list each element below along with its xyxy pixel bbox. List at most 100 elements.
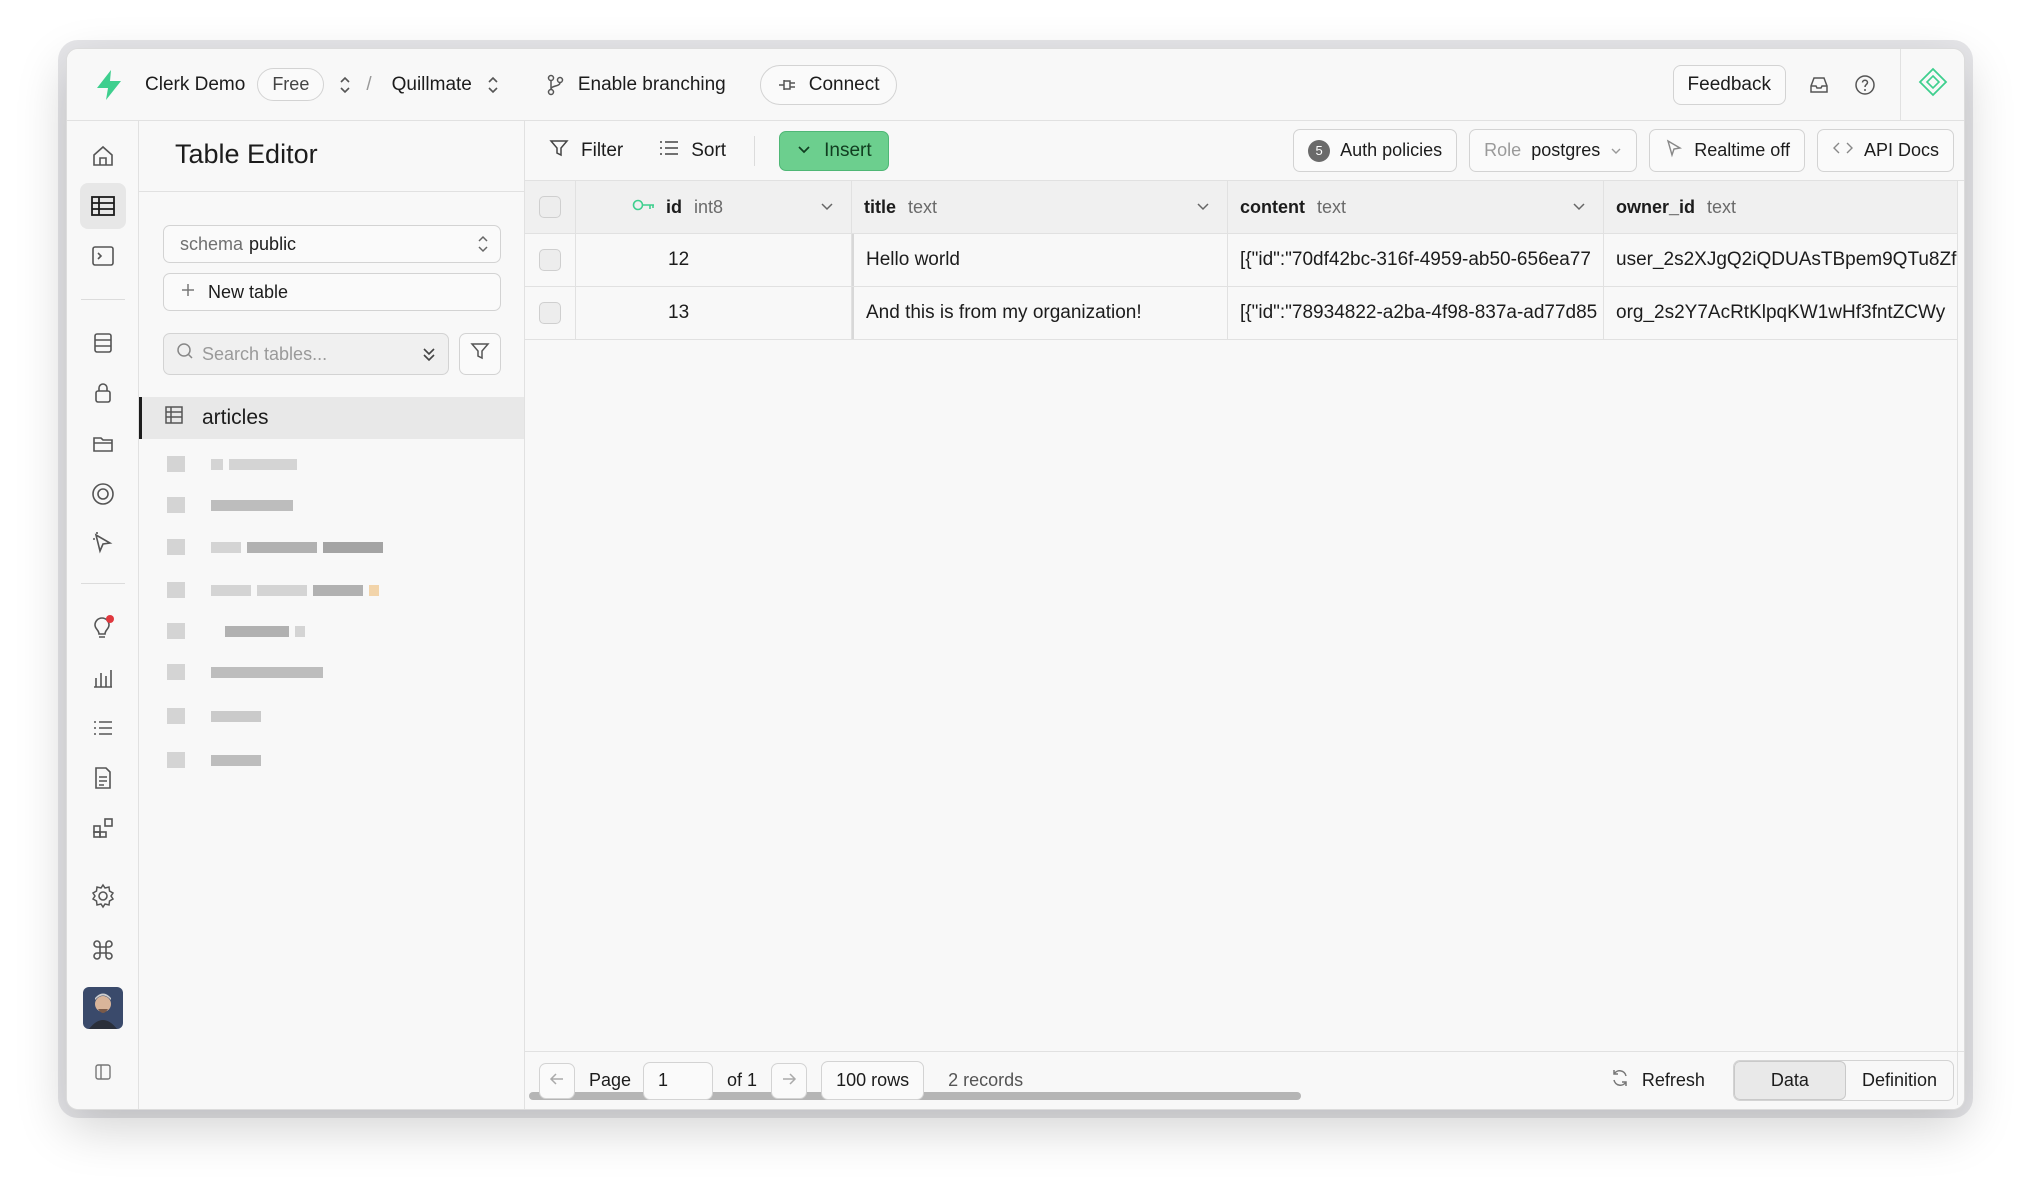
table-view: Filter Sort Insert 5 Auth policies Role …: [525, 121, 1964, 1109]
cell-title[interactable]: Hello world: [852, 234, 1228, 286]
column-name: owner_id: [1616, 196, 1696, 217]
database-icon[interactable]: [80, 320, 126, 366]
sort-button[interactable]: Sort: [659, 139, 726, 163]
plan-badge: Free: [257, 68, 325, 101]
cursor-icon: [1664, 138, 1684, 163]
table-icon: [164, 405, 184, 431]
cell-content[interactable]: [{"id":"78934822-a2ba-4f98-837a-ad77d85: [1228, 287, 1604, 339]
realtime-icon[interactable]: [80, 471, 126, 517]
connect-label: Connect: [808, 73, 880, 95]
new-table-button[interactable]: New table: [163, 273, 501, 311]
row-select-cell: [525, 234, 576, 286]
row-checkbox[interactable]: [539, 249, 561, 271]
sort-label: Sort: [691, 139, 727, 161]
redacted-table-item: [167, 494, 293, 516]
chevron-down-icon[interactable]: [819, 197, 835, 219]
api-docs-button[interactable]: API Docs: [1816, 129, 1954, 172]
org-switcher-icon[interactable]: [338, 74, 352, 96]
page-number-input[interactable]: [643, 1061, 714, 1100]
edge-functions-icon[interactable]: [80, 521, 126, 567]
org-name[interactable]: Clerk Demo: [145, 74, 245, 96]
feedback-button[interactable]: Feedback: [1672, 64, 1786, 105]
project-name[interactable]: Quillmate: [392, 74, 472, 96]
inbox-icon[interactable]: [1808, 74, 1830, 96]
tab-definition[interactable]: Definition: [1846, 1061, 1953, 1100]
chevron-down-icon[interactable]: [1195, 197, 1211, 219]
prev-page-button[interactable]: [539, 1062, 575, 1099]
chevrons-down-icon[interactable]: [420, 344, 438, 370]
cell-content[interactable]: [{"id":"70df42bc-316f-4959-ab50-656ea77: [1228, 234, 1604, 286]
search-input[interactable]: [202, 343, 402, 365]
column-header-owner-id[interactable]: owner_id text: [1604, 181, 1957, 233]
role-value: postgres: [1531, 140, 1601, 160]
column-name: content: [1240, 196, 1305, 217]
help-icon[interactable]: [1854, 74, 1876, 96]
sql-editor-icon[interactable]: [80, 233, 126, 279]
filter-icon: [470, 341, 490, 367]
breadcrumb-separator: /: [366, 73, 372, 95]
assistant-toggle[interactable]: [1900, 49, 1964, 120]
redacted-table-item: [167, 453, 297, 475]
table-row: 12 Hello world [{"id":"70df42bc-316f-495…: [525, 234, 1957, 287]
reports-icon[interactable]: [80, 655, 126, 701]
table-item-label: articles: [202, 406, 269, 429]
redacted-table-item: [167, 536, 383, 558]
realtime-label: Realtime off: [1694, 140, 1790, 160]
lock-icon[interactable]: [80, 370, 126, 416]
cell-id[interactable]: 12: [576, 234, 852, 286]
user-avatar[interactable]: [80, 985, 126, 1031]
cell-id[interactable]: 13: [576, 287, 852, 339]
realtime-toggle[interactable]: Realtime off: [1649, 129, 1805, 172]
cell-owner-id[interactable]: user_2s2XJgQ2iQDUAsTBpem9QTu8Zf7: [1604, 234, 1957, 286]
home-icon[interactable]: [80, 133, 126, 179]
filter-button[interactable]: Filter: [549, 138, 623, 164]
auth-policies-button[interactable]: 5 Auth policies: [1293, 129, 1458, 172]
redacted-table-item: [167, 749, 261, 771]
tab-data[interactable]: Data: [1733, 1061, 1846, 1100]
logs-icon[interactable]: [80, 705, 126, 751]
cell-title[interactable]: And this is from my organization!: [852, 287, 1228, 339]
storage-icon[interactable]: [80, 420, 126, 466]
view-tabs: Data Definition: [1732, 1060, 1954, 1101]
api-docs-icon[interactable]: [80, 755, 126, 801]
chevron-updown-icon: [476, 234, 490, 259]
search-icon: [176, 342, 194, 366]
project-switcher-icon[interactable]: [486, 74, 500, 96]
connect-button[interactable]: Connect: [759, 64, 897, 105]
advisors-icon[interactable]: [80, 605, 126, 651]
row-checkbox[interactable]: [539, 302, 561, 324]
select-all-checkbox[interactable]: [539, 196, 561, 218]
top-bar: Clerk Demo Free / Quillmate Enable branc…: [67, 49, 1964, 121]
next-page-button[interactable]: [771, 1062, 808, 1099]
column-header-content[interactable]: content text: [1228, 181, 1604, 233]
chevron-down-icon[interactable]: [1571, 197, 1587, 219]
enable-branching-button[interactable]: Enable branching: [544, 74, 726, 96]
table-editor-icon[interactable]: [80, 183, 126, 229]
refresh-button[interactable]: Refresh: [1610, 1068, 1705, 1093]
plug-icon: [777, 74, 799, 96]
table-sidebar: Table Editor schema public New table Sea…: [139, 121, 525, 1109]
redacted-table-item: [167, 579, 379, 601]
schema-selector[interactable]: schema public: [163, 225, 501, 263]
code-icon: [1832, 140, 1854, 161]
insert-button[interactable]: Insert: [779, 130, 889, 171]
primary-key-icon: [632, 196, 656, 218]
integrations-icon[interactable]: [80, 805, 126, 851]
column-header-title[interactable]: title text: [852, 181, 1228, 233]
role-selector[interactable]: Role postgres: [1469, 129, 1638, 172]
cell-owner-id[interactable]: org_2s2Y7AcRtKlpqKW1wHf3fntZCWy: [1604, 287, 1957, 339]
table-item-articles[interactable]: articles: [139, 397, 524, 439]
collapse-sidebar-icon[interactable]: [80, 1049, 126, 1095]
command-icon[interactable]: [80, 927, 126, 973]
column-type: text: [1317, 196, 1347, 217]
chevron-down-icon: [796, 140, 812, 162]
settings-icon[interactable]: [80, 873, 126, 919]
filter-tables-button[interactable]: [459, 333, 501, 375]
feedback-label: Feedback: [1687, 73, 1771, 95]
rows-per-page-selector[interactable]: 100 rows: [821, 1061, 925, 1100]
grid-toolbar: Filter Sort Insert 5 Auth policies Role …: [525, 121, 1964, 181]
supabase-logo-icon[interactable]: [79, 49, 139, 121]
column-header-id[interactable]: id int8: [576, 181, 852, 233]
column-type: int8: [694, 196, 724, 217]
page-count: of 1: [727, 1070, 758, 1090]
